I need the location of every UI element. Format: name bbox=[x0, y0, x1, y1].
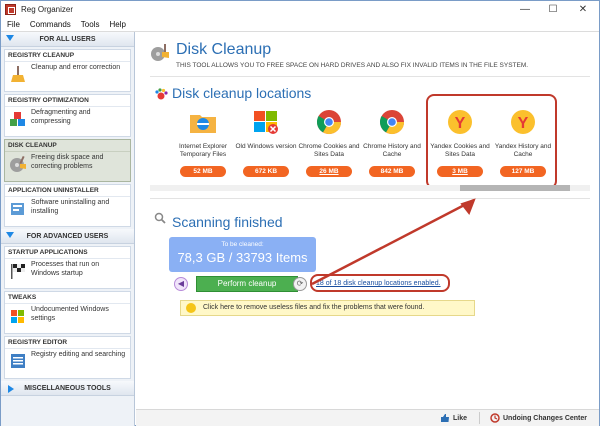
sidebar-item-desc: Software uninstalling and installing bbox=[31, 199, 110, 215]
location-name: Chrome History and Cache bbox=[363, 143, 421, 158]
divider bbox=[150, 76, 590, 77]
search-icon bbox=[154, 212, 166, 224]
like-button[interactable]: Like bbox=[440, 413, 467, 423]
title-bar: Reg Organizer — ☐ ✕ bbox=[1, 1, 599, 18]
sidebar: FOR ALL USERS REGISTRY CLEANUP Cleanup a… bbox=[1, 32, 135, 426]
chrome-icon bbox=[379, 110, 404, 135]
paw-icon bbox=[155, 88, 168, 100]
highlight-box-yandex bbox=[426, 94, 557, 189]
minimize-button[interactable]: — bbox=[511, 1, 539, 18]
status-divider bbox=[478, 412, 480, 424]
to-clean-caption: To be cleaned: bbox=[221, 241, 264, 248]
ie-folder-icon bbox=[190, 115, 216, 133]
app-window: Reg Organizer — ☐ ✕ File Commands Tools … bbox=[0, 0, 600, 426]
back-button[interactable]: ◀ bbox=[174, 277, 188, 291]
registry-editor-icon bbox=[11, 354, 25, 368]
sidebar-item-header: APPLICATION UNINSTALLER bbox=[5, 185, 130, 197]
location-name: Old Windows version bbox=[235, 143, 297, 150]
sidebar-item-header: STARTUP APPLICATIONS bbox=[5, 247, 130, 259]
sidebar-item-registry-cleanup[interactable]: REGISTRY CLEANUP Cleanup and error corre… bbox=[4, 49, 131, 92]
location-size[interactable]: 26 MB bbox=[306, 166, 352, 177]
lightbulb-icon bbox=[186, 303, 196, 313]
scrollbar-thumb[interactable] bbox=[460, 185, 570, 191]
location-ie-temp[interactable]: Internet Explorer Temporary Files 52 MB bbox=[171, 107, 235, 177]
menu-file[interactable]: File bbox=[7, 20, 20, 29]
menu-help[interactable]: Help bbox=[109, 20, 125, 29]
rescan-button[interactable]: ⟳ bbox=[293, 277, 307, 291]
undo-center-icon bbox=[490, 413, 500, 423]
undo-center-button[interactable]: Undoing Changes Center bbox=[490, 413, 587, 423]
uninstaller-icon bbox=[11, 203, 24, 215]
perform-cleanup-button[interactable]: Perform cleanup bbox=[196, 276, 298, 292]
location-chrome-history[interactable]: Chrome History and Cache 842 MB bbox=[360, 107, 424, 177]
location-chrome-cookies[interactable]: Chrome Cookies and Sites Data 26 MB bbox=[297, 107, 361, 177]
thumbs-up-icon bbox=[440, 414, 449, 422]
menu-bar: File Commands Tools Help bbox=[1, 18, 599, 32]
vertical-scrollbar[interactable] bbox=[591, 72, 599, 402]
checkered-flag-icon bbox=[11, 264, 25, 279]
location-size[interactable]: 672 KB bbox=[243, 166, 289, 177]
page-subtitle: This tool allows you to free space on ha… bbox=[176, 62, 529, 69]
group-header-all-users[interactable]: FOR ALL USERS bbox=[1, 32, 134, 47]
chrome-icon bbox=[316, 110, 341, 135]
status-bar: Like Undoing Changes Center bbox=[136, 409, 599, 426]
expand-triangle-icon bbox=[8, 385, 14, 393]
sidebar-item-desc: Undocumented Windows settings bbox=[31, 306, 109, 322]
menu-commands[interactable]: Commands bbox=[30, 20, 71, 29]
hint-bar[interactable]: Click here to remove useless files and f… bbox=[180, 300, 475, 316]
collapse-triangle-icon bbox=[6, 35, 14, 41]
sidebar-item-header: TWEAKS bbox=[5, 292, 130, 304]
close-button[interactable]: ✕ bbox=[567, 1, 599, 18]
sidebar-item-header: REGISTRY OPTIMIZATION bbox=[5, 95, 130, 107]
menu-tools[interactable]: Tools bbox=[81, 20, 100, 29]
disk-broom-icon bbox=[10, 155, 26, 172]
location-size[interactable]: 842 MB bbox=[369, 166, 415, 177]
collapse-triangle-icon bbox=[6, 232, 14, 238]
location-old-windows[interactable]: Old Windows version 672 KB bbox=[234, 107, 298, 177]
sidebar-item-desc: Defragmenting and compressing bbox=[31, 109, 91, 125]
sidebar-item-registry-editor[interactable]: REGISTRY EDITOR Registry editing and sea… bbox=[4, 336, 131, 379]
to-clean-summary: To be cleaned: 78,3 GB / 33793 Items bbox=[169, 237, 316, 272]
sidebar-item-desc: Freeing disk space and correcting proble… bbox=[31, 154, 104, 170]
like-label: Like bbox=[452, 414, 467, 422]
main-panel: Disk Cleanup This tool allows you to fre… bbox=[136, 32, 599, 409]
location-name: Internet Explorer Temporary Files bbox=[178, 143, 228, 158]
windows-logo-icon bbox=[254, 111, 278, 134]
sidebar-item-tweaks[interactable]: TWEAKS Undocumented Windows settings bbox=[4, 291, 131, 334]
sidebar-item-desc: Registry editing and searching bbox=[31, 351, 126, 358]
scan-title: Scanning finished bbox=[172, 214, 283, 230]
locations-title: Disk cleanup locations bbox=[172, 85, 312, 101]
to-clean-value: 78,3 GB / 33793 Items bbox=[177, 250, 308, 265]
maximize-button[interactable]: ☐ bbox=[539, 1, 567, 18]
group-header-miscellaneous-tools[interactable]: MISCELLANEOUS TOOLS bbox=[1, 381, 134, 396]
cubes-icon bbox=[10, 112, 25, 126]
broom-icon bbox=[11, 66, 25, 82]
sidebar-item-application-uninstaller[interactable]: APPLICATION UNINSTALLER Software uninsta… bbox=[4, 184, 131, 227]
sidebar-item-startup-applications[interactable]: STARTUP APPLICATIONS Processes that run … bbox=[4, 246, 131, 289]
window-title: Reg Organizer bbox=[21, 5, 74, 14]
sidebar-item-header: REGISTRY EDITOR bbox=[5, 337, 130, 349]
horizontal-scrollbar[interactable] bbox=[150, 185, 590, 191]
location-size[interactable]: 52 MB bbox=[180, 166, 226, 177]
disk-cleanup-header-icon bbox=[151, 44, 169, 61]
page-title: Disk Cleanup bbox=[176, 41, 272, 58]
sidebar-item-header: DISK CLEANUP bbox=[5, 140, 130, 152]
app-icon bbox=[5, 4, 16, 15]
windows-tweaks-icon bbox=[11, 310, 24, 323]
hint-text: Click here to remove useless files and f… bbox=[203, 304, 425, 311]
highlight-box-link bbox=[310, 274, 450, 292]
sidebar-item-desc: Cleanup and error correction bbox=[31, 64, 121, 71]
sidebar-item-header: REGISTRY CLEANUP bbox=[5, 50, 130, 62]
group-header-advanced-users[interactable]: FOR ADVANCED USERS bbox=[1, 229, 134, 244]
undo-center-label: Undoing Changes Center bbox=[502, 414, 587, 422]
sidebar-item-disk-cleanup[interactable]: DISK CLEANUP Freeing disk space and corr… bbox=[4, 139, 131, 182]
sidebar-item-desc: Processes that run on Windows startup bbox=[31, 261, 100, 277]
location-name: Chrome Cookies and Sites Data bbox=[298, 143, 360, 158]
divider bbox=[150, 198, 590, 199]
sidebar-item-registry-optimization[interactable]: REGISTRY OPTIMIZATION Defragmenting and … bbox=[4, 94, 131, 137]
